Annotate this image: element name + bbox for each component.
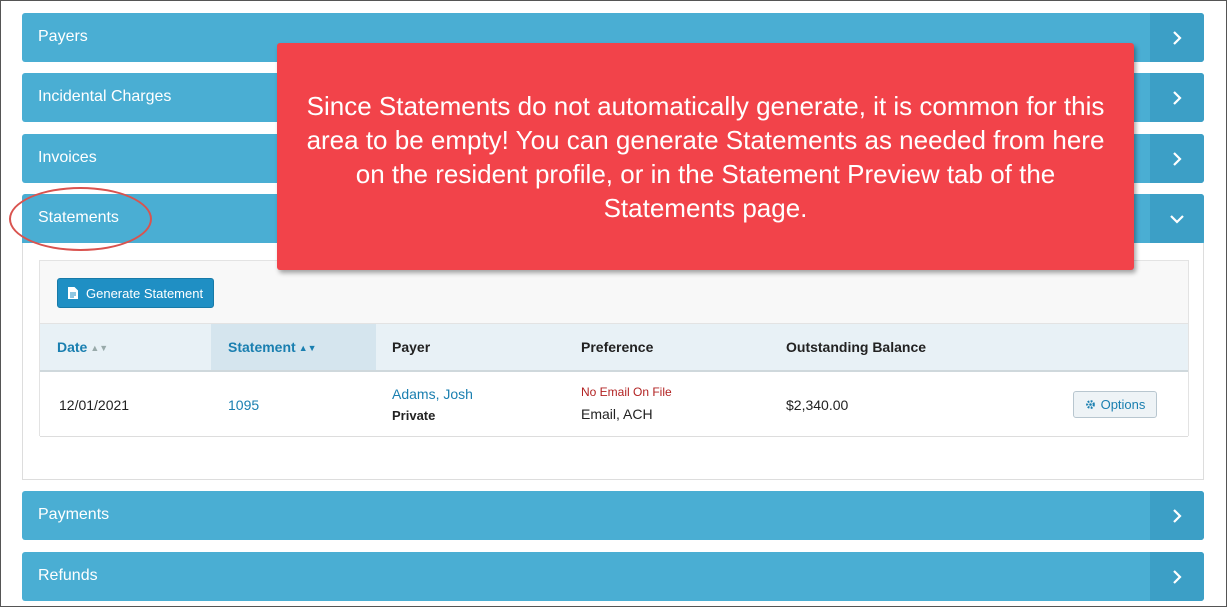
chevron-right-icon[interactable]	[1150, 552, 1204, 601]
column-header-outstanding-balance: Outstanding Balance	[786, 339, 927, 355]
row-date: 12/01/2021	[59, 397, 130, 413]
column-header-date[interactable]: Date ▲▼	[57, 324, 108, 370]
callout-box: Since Statements do not automatically ge…	[277, 43, 1134, 270]
chevron-right-icon[interactable]	[1150, 73, 1204, 122]
highlight-ring	[9, 187, 152, 251]
generate-statement-label: Generate Statement	[86, 285, 204, 301]
column-statement-label: Statement	[228, 339, 296, 355]
row-payer-link[interactable]: Adams, Josh	[392, 386, 473, 402]
accordion-invoices-label: Invoices	[38, 149, 97, 166]
column-date-label: Date	[57, 339, 88, 355]
accordion-incidental-charges-label: Incidental Charges	[38, 88, 172, 105]
row-balance: $2,340.00	[786, 397, 849, 413]
chevron-right-icon[interactable]	[1150, 491, 1204, 540]
accordion-refunds[interactable]: Refunds	[22, 552, 1204, 601]
column-header-statement[interactable]: Statement ▲▼	[211, 324, 376, 370]
statements-panel: Generate Statement Date ▲▼ Statement ▲▼ Pa…	[22, 243, 1204, 480]
options-label: Options	[1100, 397, 1146, 412]
table-row: 12/01/2021 1095 Adams, Josh Private No E…	[40, 372, 1188, 437]
row-preference-warning: No Email On File	[581, 385, 672, 399]
chevron-down-icon[interactable]	[1150, 194, 1204, 243]
document-icon	[68, 287, 78, 299]
accordion-refunds-label: Refunds	[38, 567, 98, 584]
gear-icon	[1085, 400, 1095, 409]
accordion-payers-label: Payers	[38, 28, 88, 45]
statements-toolbar: Generate Statement	[40, 261, 1188, 324]
sort-icon: ▲▼	[298, 343, 317, 353]
options-button[interactable]: Options	[1073, 391, 1157, 418]
table-header: Date ▲▼ Statement ▲▼ Payer Preference Outs…	[40, 324, 1188, 372]
chevron-right-icon[interactable]	[1150, 13, 1204, 62]
sort-icon: ▲▼	[90, 343, 109, 353]
callout-text: Since Statements do not automatically ge…	[306, 90, 1105, 223]
row-preference: Email, ACH	[581, 406, 653, 422]
statements-table-container: Generate Statement Date ▲▼ Statement ▲▼ Pa…	[39, 260, 1189, 437]
column-header-payer: Payer	[392, 339, 431, 355]
accordion-payments-label: Payments	[38, 506, 110, 523]
chevron-right-icon[interactable]	[1150, 134, 1204, 183]
row-payer-type: Private	[392, 408, 436, 423]
column-header-preference: Preference	[581, 339, 654, 355]
generate-statement-button[interactable]: Generate Statement	[57, 278, 215, 308]
accordion-payments[interactable]: Payments	[22, 491, 1204, 540]
row-statement-link[interactable]: 1095	[228, 397, 259, 413]
